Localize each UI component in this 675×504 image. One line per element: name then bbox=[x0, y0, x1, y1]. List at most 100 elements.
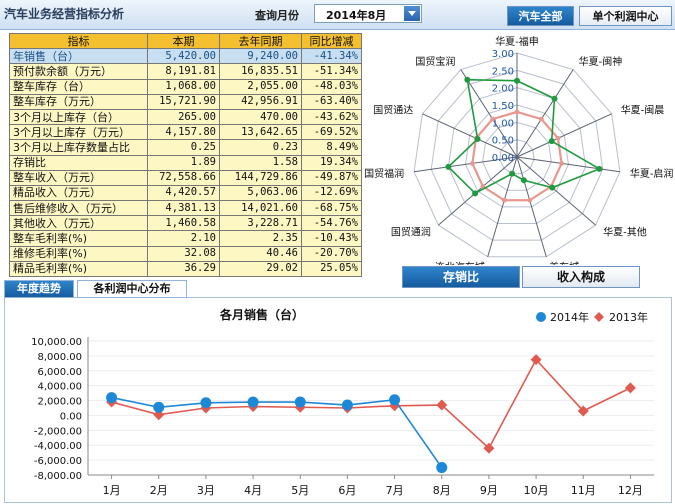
stock-sales-ratio-button[interactable]: 存销比 bbox=[402, 266, 520, 288]
radar-tick-label: 3.00 bbox=[492, 49, 514, 60]
radar-tick-label: 2.50 bbox=[492, 66, 514, 77]
last-year-value: 29.02 bbox=[219, 260, 302, 278]
radar-axis-label: 国贸宝润 bbox=[415, 55, 455, 68]
legend-label-2014: 2014年 bbox=[550, 310, 589, 324]
income-composition-button[interactable]: 收入构成 bbox=[522, 266, 640, 288]
table-row[interactable]: 维修毛利率(%) 32.08 40.46 -20.70% bbox=[9, 245, 362, 262]
x-tick-label: 8月 bbox=[433, 484, 451, 497]
radar-axis-label: 华夏-其他 bbox=[603, 226, 647, 239]
x-tick-label: 12月 bbox=[618, 484, 643, 497]
y-tick-label: 6,000.00 bbox=[37, 367, 82, 378]
last-year-value: 14,021.60 bbox=[219, 200, 302, 217]
x-tick-label: 6月 bbox=[338, 484, 356, 497]
table-row[interactable]: 整车收入（万元） 72,558.66 144,729.86 -49.87% bbox=[9, 169, 362, 186]
metric-name: 整车收入（万元） bbox=[9, 169, 148, 186]
x-tick-label: 1月 bbox=[103, 484, 121, 497]
point-2014 bbox=[436, 462, 448, 474]
legend-marker-2014 bbox=[536, 312, 546, 322]
y-tick-label: -8,000.00 bbox=[34, 471, 82, 482]
x-tick-label: 3月 bbox=[197, 484, 215, 497]
dropdown-button[interactable] bbox=[404, 6, 420, 21]
radar-point bbox=[469, 161, 475, 166]
metrics-table: 指标 本期 去年同期 同比增减 年销售（台） 5,420.00 9,240.00 -4… bbox=[9, 32, 362, 278]
last-year-value: 2.35 bbox=[219, 230, 302, 247]
current-value: 2.10 bbox=[147, 230, 220, 247]
current-value: 4,420.57 bbox=[147, 184, 220, 202]
radar-point bbox=[445, 163, 452, 170]
tab-profit-center-distribution[interactable]: 各利润中心分布 bbox=[77, 280, 187, 298]
y-tick-label: 0.00 bbox=[60, 411, 82, 422]
radar-point bbox=[472, 190, 479, 197]
app-title: 汽车业务经营指标分析 bbox=[4, 7, 125, 21]
metric-name: 精品毛利率(%) bbox=[9, 260, 148, 278]
table-row[interactable]: 整车库存（万元） 15,721.90 42,956.91 -63.40% bbox=[9, 93, 362, 110]
tab-single-profit-center[interactable]: 单个利润中心 bbox=[579, 6, 672, 26]
point-2014 bbox=[294, 396, 306, 408]
x-tick-label: 4月 bbox=[244, 484, 262, 497]
last-year-value: 9,240.00 bbox=[219, 48, 302, 65]
col-header-metric: 指标 bbox=[9, 32, 148, 50]
radar-point bbox=[548, 138, 555, 145]
yoy-change: -49.87% bbox=[301, 169, 362, 186]
table-row[interactable]: 精品毛利率(%) 36.29 29.02 25.05% bbox=[9, 260, 362, 278]
chart-title: 各月销售（台） bbox=[219, 307, 304, 322]
table-row[interactable]: 年销售（台） 5,420.00 9,240.00 -41.34% bbox=[9, 48, 362, 65]
radar-point bbox=[474, 135, 481, 142]
radar-point bbox=[551, 95, 558, 102]
last-year-value: 0.23 bbox=[219, 139, 302, 156]
metric-name: 整车库存（万元） bbox=[9, 93, 148, 110]
last-year-value: 5,063.06 bbox=[219, 184, 302, 202]
table-header-row: 指标 本期 去年同期 同比增减 bbox=[9, 32, 362, 50]
last-year-value: 42,956.91 bbox=[219, 93, 302, 110]
table-row[interactable]: 精品收入（万元） 4,420.57 5,063.06 -12.69% bbox=[9, 184, 362, 202]
yoy-change: -48.03% bbox=[301, 78, 362, 95]
table-row[interactable]: 3个月以上库存（台） 265.00 470.00 -43.62% bbox=[9, 108, 362, 126]
x-tick-label: 5月 bbox=[291, 484, 309, 497]
radar-point bbox=[520, 177, 527, 184]
table-row[interactable]: 存销比 1.89 1.58 19.34% bbox=[9, 154, 362, 171]
table-row[interactable]: 3个月以上库存数量占比 0.25 0.23 8.49% bbox=[9, 139, 362, 156]
metric-name: 3个月以上库存（万元） bbox=[9, 124, 148, 141]
current-value: 1.89 bbox=[147, 154, 220, 171]
y-tick-label: 8,000.00 bbox=[37, 352, 82, 363]
table-row[interactable]: 整车库存（台） 1,068.00 2,055.00 -48.03% bbox=[9, 78, 362, 95]
current-value: 265.00 bbox=[147, 108, 220, 126]
radar-axis-label: 连北汽车城 bbox=[435, 260, 485, 265]
metric-name: 精品收入（万元） bbox=[9, 184, 148, 202]
point-2014 bbox=[153, 401, 165, 413]
yoy-change: -43.62% bbox=[301, 108, 362, 126]
table-row[interactable]: 整车毛利率(%) 2.10 2.35 -10.43% bbox=[9, 230, 362, 247]
table-row[interactable]: 3个月以上库存（万元） 4,157.80 13,642.65 -69.52% bbox=[9, 124, 362, 141]
x-tick-label: 2月 bbox=[150, 484, 168, 497]
metric-name: 维修毛利率(%) bbox=[9, 245, 148, 262]
metric-name: 整车库存（台） bbox=[9, 78, 148, 95]
legend-marker-2013 bbox=[594, 312, 604, 322]
metric-name: 存销比 bbox=[9, 154, 148, 171]
current-value: 32.08 bbox=[147, 245, 220, 262]
radar-axis-label: 国贸通润 bbox=[391, 226, 431, 239]
table-row[interactable]: 售后维修收入（万元） 4,381.13 14,021.60 -68.75% bbox=[9, 200, 362, 217]
current-value: 4,381.13 bbox=[147, 200, 220, 217]
tab-annual-trend[interactable]: 年度趋势 bbox=[4, 280, 74, 298]
yoy-change: -63.40% bbox=[301, 93, 362, 110]
header-bar: 汽车业务经营指标分析 查询月份 2014年8月 汽车全部 单个利润中心 bbox=[0, 0, 675, 30]
radar-point bbox=[509, 170, 516, 177]
radar-axis-label: 国贸通达 bbox=[373, 105, 413, 117]
yoy-change: 8.49% bbox=[301, 139, 362, 156]
y-tick-label: 2,000.00 bbox=[37, 397, 82, 408]
table-row[interactable]: 预付款余额（万元） 8,191.81 16,835.51 -51.34% bbox=[9, 63, 362, 80]
monthly-sales-chart: 各月销售（台） 10,000.00 8,000.00 6,000.00 4,000.00… bbox=[31, 307, 654, 497]
x-tick-label: 11月 bbox=[571, 484, 596, 497]
col-header-yoy: 同比增减 bbox=[301, 32, 362, 50]
radar-point bbox=[538, 116, 544, 122]
last-year-value: 40.46 bbox=[219, 245, 302, 262]
y-tick-label: 10,000.00 bbox=[31, 337, 82, 348]
current-value: 5,420.00 bbox=[147, 48, 220, 65]
radar-axis-label: 美车城 bbox=[549, 260, 579, 265]
tab-all-cars[interactable]: 汽车全部 bbox=[507, 6, 574, 26]
current-value: 8,191.81 bbox=[147, 63, 220, 80]
radar-point bbox=[555, 135, 561, 141]
table-row[interactable]: 其他收入（万元） 1,460.58 3,228.71 -54.76% bbox=[9, 215, 362, 232]
point-2014 bbox=[106, 392, 118, 404]
month-select[interactable]: 2014年8月 bbox=[314, 4, 422, 23]
